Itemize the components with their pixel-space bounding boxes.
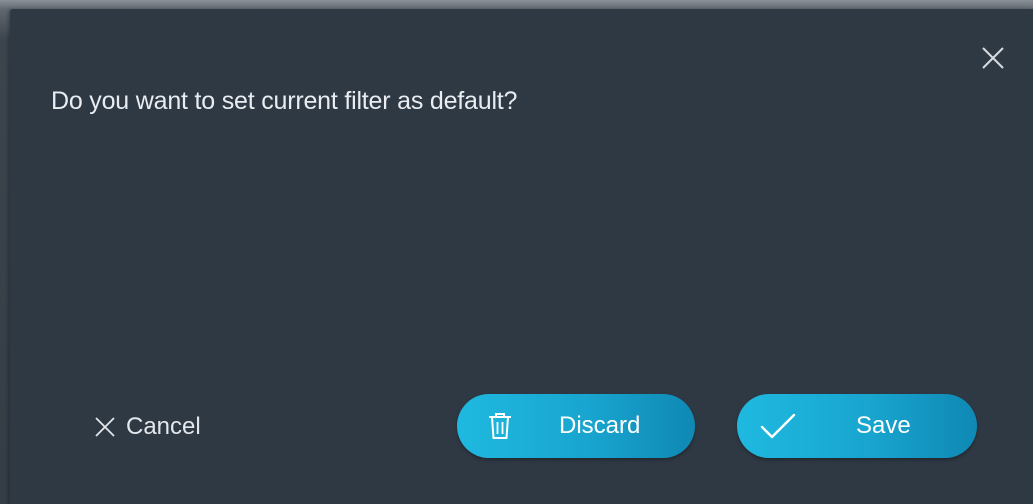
save-button[interactable]: Save: [737, 394, 977, 458]
close-icon: [982, 47, 1004, 69]
cancel-button-label: Cancel: [126, 413, 201, 440]
close-button[interactable]: [980, 45, 1006, 71]
close-icon: [95, 417, 115, 437]
discard-button-label: Discard: [559, 412, 641, 439]
save-button-label: Save: [856, 412, 911, 439]
discard-button[interactable]: Discard: [457, 394, 695, 458]
cancel-button[interactable]: Cancel: [94, 409, 201, 445]
checkmark-icon: [760, 413, 796, 439]
set-default-filter-dialog: Do you want to set current filter as def…: [10, 9, 1033, 504]
dialog-message: Do you want to set current filter as def…: [51, 87, 518, 115]
trash-icon: [489, 413, 511, 439]
